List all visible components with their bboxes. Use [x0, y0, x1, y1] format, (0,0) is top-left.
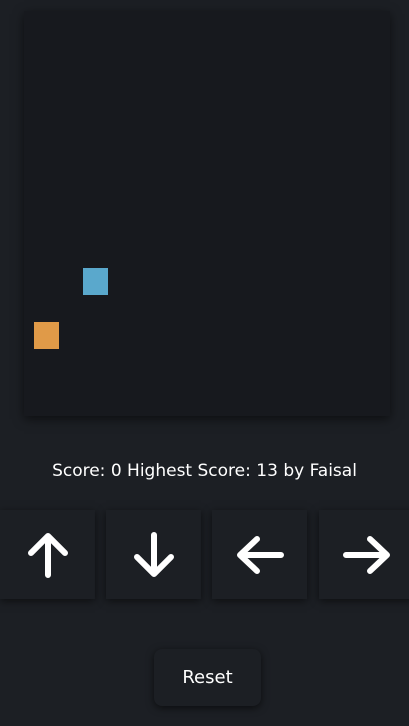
score-value: 0: [110, 461, 122, 481]
snake-segment: [83, 268, 108, 295]
right-button[interactable]: [319, 510, 409, 599]
food-item: [34, 322, 59, 349]
game-board: [24, 11, 390, 416]
record-holder-name: Faisal: [309, 461, 357, 481]
highest-score-label: Highest Score:: [127, 461, 251, 481]
arrow-left-icon: [236, 535, 284, 574]
arrow-right-icon: [342, 535, 390, 574]
left-button[interactable]: [212, 510, 307, 599]
up-button[interactable]: [0, 510, 95, 599]
reset-button[interactable]: Reset: [154, 649, 261, 706]
score-label: Score:: [52, 461, 106, 481]
arrow-down-icon: [133, 531, 174, 577]
down-button[interactable]: [106, 510, 201, 599]
highest-score-value: 13: [256, 461, 278, 481]
by-text: by: [283, 461, 305, 481]
arrow-up-icon: [27, 532, 68, 578]
score-bar: Score: 0 Highest Score: 13 by Faisal: [0, 458, 409, 484]
reset-button-label: Reset: [182, 667, 233, 688]
